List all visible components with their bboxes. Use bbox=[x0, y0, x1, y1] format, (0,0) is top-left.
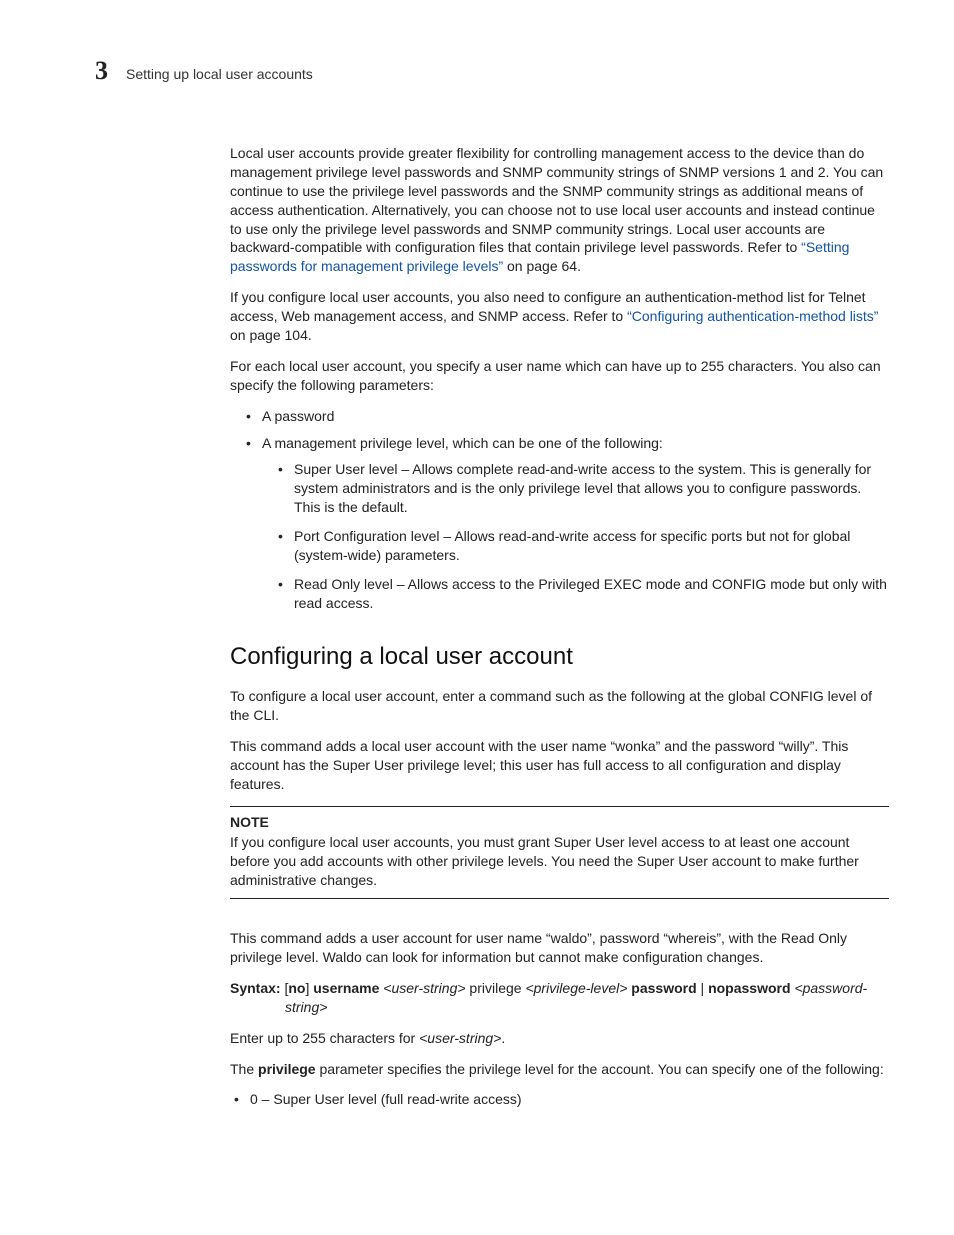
intro-paragraph-3: For each local user account, you specify… bbox=[230, 357, 889, 395]
running-header: 3 Setting up local user accounts bbox=[95, 58, 889, 84]
link-auth-method-lists[interactable]: “Configuring authentication-method lists… bbox=[627, 308, 878, 324]
list-item: Super User level – Allows complete read-… bbox=[262, 460, 889, 517]
text: 0 – Super User level (full read-write ac… bbox=[250, 1091, 522, 1107]
text: Port Configuration level – Allows read-a… bbox=[294, 528, 850, 563]
paragraph: This command adds a local user account w… bbox=[230, 737, 889, 794]
parameter-list: A password A management privilege level,… bbox=[230, 407, 889, 613]
syntax-label: Syntax: bbox=[230, 980, 281, 996]
text: Read Only level – Allows access to the P… bbox=[294, 576, 887, 611]
text: on page 104. bbox=[230, 327, 312, 343]
text: on page 64. bbox=[503, 258, 581, 274]
paragraph: The privilege parameter specifies the pr… bbox=[230, 1060, 889, 1079]
text: A password bbox=[262, 408, 334, 424]
text: . bbox=[501, 1030, 505, 1046]
text: Local user accounts provide greater flex… bbox=[230, 145, 883, 255]
text: The bbox=[230, 1061, 258, 1077]
text: Super User level – Allows complete read-… bbox=[294, 461, 871, 515]
note-box: NOTE If you configure local user account… bbox=[230, 806, 889, 900]
keyword: no bbox=[288, 980, 305, 996]
list-item: A password bbox=[230, 407, 889, 426]
keyword: password bbox=[631, 980, 696, 996]
privilege-sublist: Super User level – Allows complete read-… bbox=[262, 460, 889, 612]
variable: <privilege-level> bbox=[525, 980, 627, 996]
paragraph: This command adds a user account for use… bbox=[230, 929, 889, 967]
keyword: privilege bbox=[258, 1061, 316, 1077]
syntax-line: Syntax: [no] username <user-string> priv… bbox=[230, 979, 889, 1017]
intro-paragraph-1: Local user accounts provide greater flex… bbox=[230, 144, 889, 276]
text: A management privilege level, which can … bbox=[262, 435, 663, 451]
text: Enter up to 255 characters for bbox=[230, 1030, 419, 1046]
page-content: Local user accounts provide greater flex… bbox=[230, 144, 889, 1109]
document-page: 3 Setting up local user accounts Local u… bbox=[0, 0, 954, 1235]
section-heading: Configuring a local user account bbox=[230, 641, 889, 673]
level-list: 0 – Super User level (full read-write ac… bbox=[230, 1090, 889, 1109]
paragraph: Enter up to 255 characters for <user-str… bbox=[230, 1029, 889, 1048]
list-item: Read Only level – Allows access to the P… bbox=[262, 575, 889, 613]
intro-paragraph-2: If you configure local user accounts, yo… bbox=[230, 288, 889, 345]
note-label: NOTE bbox=[230, 813, 889, 832]
list-item: Port Configuration level – Allows read-a… bbox=[262, 527, 889, 565]
keyword: username bbox=[313, 980, 379, 996]
text: privilege bbox=[466, 980, 526, 996]
list-item: A management privilege level, which can … bbox=[230, 434, 889, 613]
text: parameter specifies the privilege level … bbox=[316, 1061, 884, 1077]
note-body: If you configure local user accounts, yo… bbox=[230, 833, 889, 890]
running-title: Setting up local user accounts bbox=[126, 66, 313, 82]
variable: <user-string> bbox=[383, 980, 465, 996]
paragraph: To configure a local user account, enter… bbox=[230, 687, 889, 725]
chapter-number: 3 bbox=[95, 58, 108, 84]
variable: <user-string> bbox=[419, 1030, 501, 1046]
keyword: nopassword bbox=[708, 980, 790, 996]
list-item: 0 – Super User level (full read-write ac… bbox=[230, 1090, 889, 1109]
text: | bbox=[697, 980, 708, 996]
